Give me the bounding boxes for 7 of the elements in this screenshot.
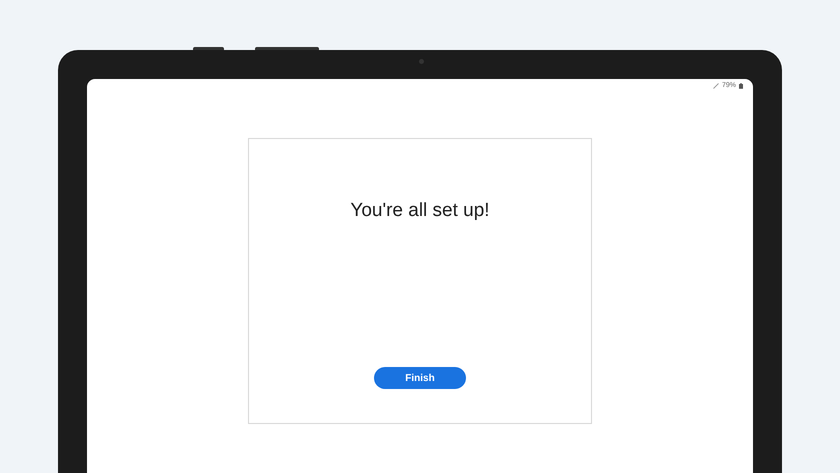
finish-button[interactable]: Finish: [374, 367, 466, 389]
pen-icon: [712, 83, 719, 89]
power-key: [255, 47, 319, 50]
camera-icon: [419, 59, 424, 64]
battery-icon: [739, 83, 743, 89]
volume-key: [193, 47, 224, 50]
dialog-title: You're all set up!: [350, 200, 490, 222]
